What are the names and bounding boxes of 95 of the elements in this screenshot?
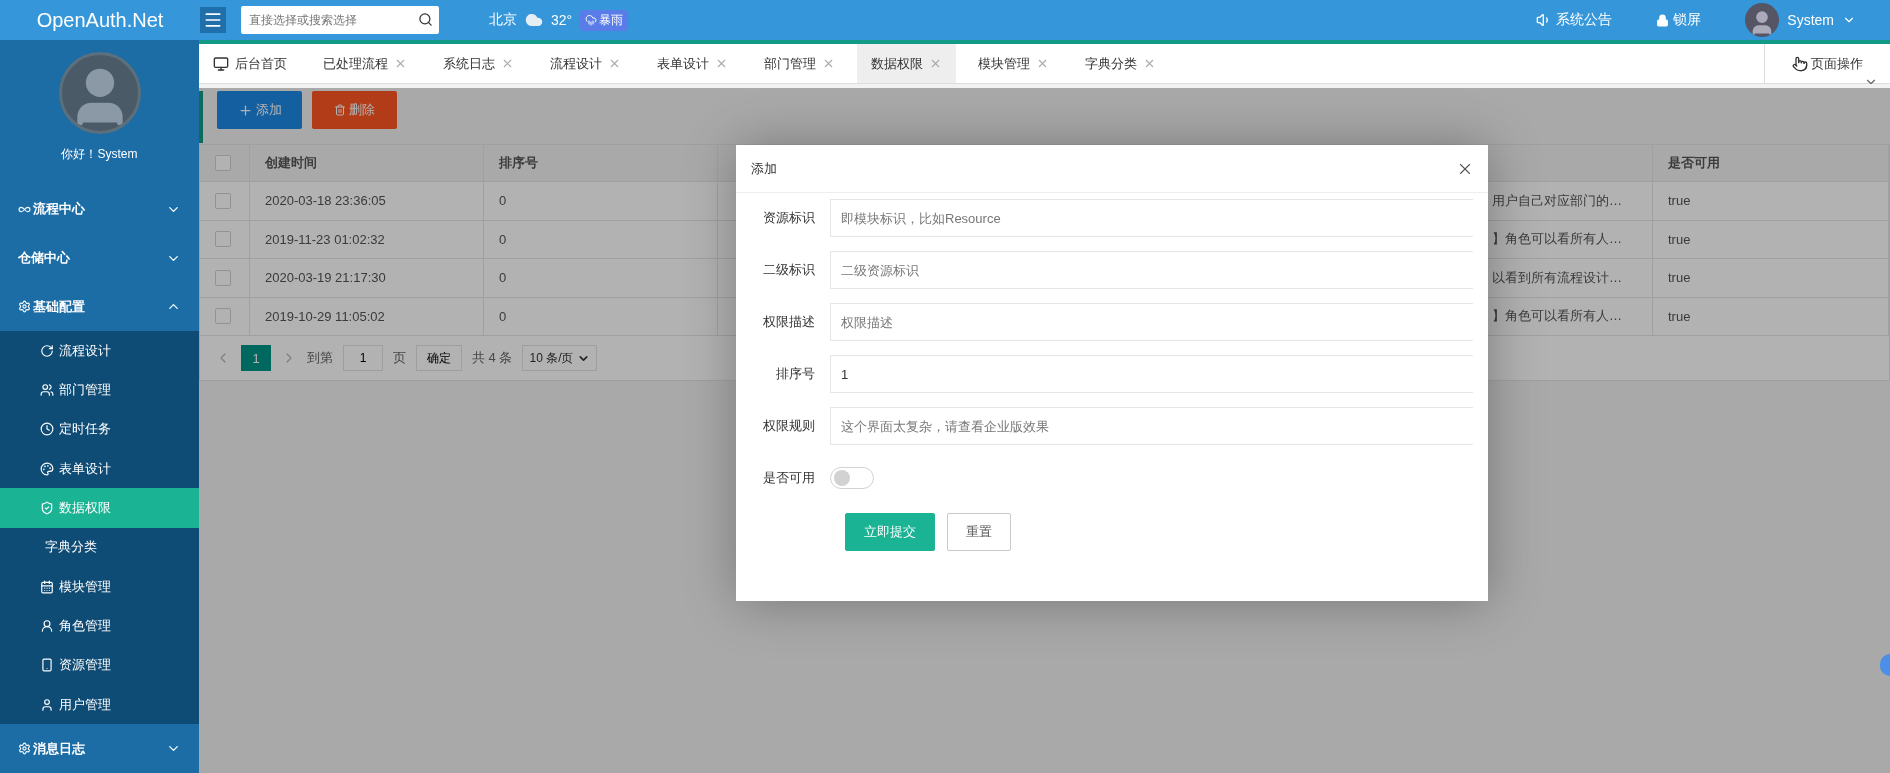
table-cell: 】角色可以看所有人… (1488, 220, 1653, 259)
table-cell: true (1653, 182, 1889, 221)
table-cell: 2020-03-18 23:36:05 (250, 182, 484, 221)
logo: OpenAuth.Net (35, 8, 165, 32)
sidebar-submenu-item[interactable]: 用户管理 (0, 684, 199, 725)
reset-button[interactable]: 重置 (947, 513, 1011, 551)
hand-pointer-icon (1792, 55, 1808, 72)
sidebar-submenu-item[interactable]: 定时任务 (0, 409, 199, 450)
input-field[interactable]: 这个界面太复杂，请查看企业版效果 (830, 407, 1473, 445)
user-icon (40, 618, 54, 633)
gear-icon (18, 300, 31, 314)
header-cell: 是否可用 (1653, 145, 1889, 182)
checkbox[interactable] (215, 155, 231, 171)
field-label: 资源标识 (762, 209, 816, 227)
floating-button[interactable] (1880, 654, 1890, 676)
table-cell: 0 (484, 297, 718, 336)
input-field[interactable]: 1 (830, 355, 1473, 393)
close-icon[interactable] (715, 57, 728, 70)
table-cell: 0 (484, 220, 718, 259)
close-icon[interactable] (501, 57, 514, 70)
checkbox[interactable] (215, 192, 231, 209)
table-cell: true (1653, 297, 1889, 336)
close-icon[interactable] (929, 57, 942, 70)
table-cell: 0 (484, 182, 718, 221)
close-icon[interactable] (822, 57, 835, 70)
table-cell: true (1653, 259, 1889, 298)
sidebar-menu-item[interactable]: 仓储中心 (0, 233, 199, 283)
total-count: 共 4 条 (472, 349, 513, 367)
field-label: 权限描述 (762, 313, 816, 331)
checkbox[interactable] (215, 308, 231, 325)
sidebar-menu-item[interactable]: 基础配置 (0, 282, 199, 332)
table-cell: 用户自己对应部门的… (1488, 182, 1653, 221)
page-unit-label: 页 (393, 349, 406, 367)
table-cell: 以看到所有流程设计… (1488, 259, 1653, 298)
page-input[interactable]: 1 (343, 345, 383, 371)
close-icon[interactable] (394, 57, 407, 70)
table-cell: true (1653, 220, 1889, 259)
close-icon[interactable] (1143, 57, 1156, 70)
field-label: 二级标识 (762, 261, 816, 279)
checkbox[interactable] (215, 269, 231, 286)
close-icon[interactable] (1036, 57, 1049, 70)
search-icon[interactable] (418, 12, 433, 27)
header-cell: 排序号 (484, 145, 718, 182)
field-label: 排序号 (775, 365, 816, 383)
menu-button[interactable] (200, 7, 226, 33)
cloud-icon (525, 11, 543, 29)
greeting-text: 你好！System (61, 146, 138, 163)
input-field[interactable]: 权限描述 (830, 303, 1473, 341)
refresh-icon (40, 343, 54, 358)
dialog-title: 添加 (751, 159, 777, 178)
confirm-button[interactable]: 确定 (416, 345, 462, 371)
palette-icon (40, 461, 54, 476)
sidebar-submenu-item[interactable]: 字典分类 (0, 527, 199, 567)
calendar-icon (40, 579, 54, 594)
trash-icon (334, 104, 346, 116)
user-icon (40, 697, 54, 712)
table-cell: 0 (484, 259, 718, 298)
table-cell: 2019-11-23 01:02:32 (250, 220, 484, 259)
sidebar-menu-item[interactable]: 消息日志 (0, 724, 199, 773)
shield-check-icon (40, 501, 54, 516)
temperature-label: 32° (551, 12, 573, 28)
sidebar-submenu-item[interactable]: 角色管理 (0, 606, 199, 646)
weather-badge: 暴雨 (580, 9, 629, 31)
page-actions-button[interactable]: 页面操作 (1764, 44, 1890, 83)
field-label: 是否可用 (762, 469, 816, 487)
lock-icon (1656, 13, 1670, 27)
phone-icon (40, 658, 54, 673)
field-label: 权限规则 (762, 417, 816, 435)
header-cell: 创建时间 (250, 145, 484, 182)
clock-icon (40, 422, 54, 437)
checkbox[interactable] (215, 231, 231, 248)
search-field[interactable]: 直接选择或搜索选择 (241, 6, 439, 34)
users-icon (40, 383, 54, 398)
plus-icon (237, 102, 253, 118)
close-icon[interactable] (608, 57, 621, 70)
page-size-select[interactable]: 10 条/页 (522, 345, 598, 371)
gear-icon (18, 742, 31, 756)
tab[interactable]: 数据权限 (857, 44, 956, 83)
rain-cloud-icon (585, 14, 598, 26)
table-cell: 2020-03-19 21:17:30 (250, 259, 484, 298)
city-label: 北京 (489, 11, 517, 29)
sidebar-submenu-item[interactable]: 部门管理 (0, 370, 199, 410)
table-cell: 】角色可以看所有人… (1488, 297, 1653, 336)
input-field[interactable]: 二级资源标识 (830, 251, 1473, 289)
table-cell: 2019-10-29 11:05:02 (250, 297, 484, 336)
monitor-icon (213, 55, 229, 72)
toggle-switch[interactable] (830, 467, 874, 489)
sidebar-submenu-item[interactable]: 资源管理 (0, 645, 199, 685)
input-field[interactable]: 即模块标识，比如Resource (830, 199, 1473, 237)
sidebar-submenu-item[interactable]: 模块管理 (0, 567, 199, 607)
menu-icon (203, 10, 223, 30)
sidebar-menu-item[interactable]: 流程中心 (0, 184, 199, 234)
sidebar-submenu-item[interactable]: 表单设计 (0, 449, 199, 489)
sidebar-submenu-item[interactable]: 流程设计 (0, 331, 199, 371)
goto-label: 到第 (307, 349, 333, 367)
